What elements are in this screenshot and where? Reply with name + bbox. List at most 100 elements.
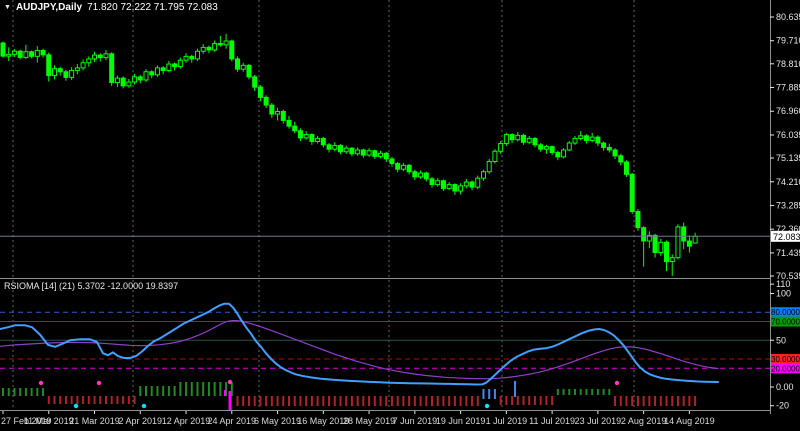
indicator-tick-label: 50: [776, 335, 786, 345]
candle-bull: [92, 54, 98, 60]
candle-bear: [601, 142, 607, 148]
price-axis: 80.635 79.710 78.810 77.885 76.960 76.035 75.1…: [770, 12, 800, 281]
candle-bear: [149, 71, 155, 76]
candle-bear: [406, 164, 412, 173]
candle-bear: [423, 172, 429, 180]
price-tick-label: 71.435: [776, 248, 800, 258]
candle-bull: [669, 257, 675, 263]
price-chart-canvas[interactable]: 80.635 79.710 78.810 77.885 76.960 76.035 75.1…: [0, 0, 800, 431]
candle-bull: [114, 77, 120, 84]
indicator-tick-label: -20: [776, 401, 789, 411]
candle-bear: [297, 130, 303, 139]
candle-bull: [446, 184, 452, 189]
time-tick-label: 11 Jul 2019: [529, 416, 575, 426]
candle-bull: [69, 69, 75, 78]
candle-bull: [503, 134, 509, 145]
time-tick-label: 2 Apr 2019: [119, 416, 163, 426]
candle-bull: [561, 149, 567, 158]
candle-bear: [681, 226, 687, 242]
candle-bear: [521, 134, 527, 143]
candle-bear: [583, 135, 589, 141]
candle-bear: [46, 54, 52, 77]
candle-bull: [480, 171, 486, 179]
candle-bull: [378, 152, 384, 157]
ma-line: [0, 320, 719, 380]
candle-bear: [389, 158, 395, 165]
price-tick-label: 73.285: [776, 200, 800, 210]
candle-bear: [269, 104, 275, 115]
candle-bear: [383, 152, 389, 160]
candle-bull: [572, 137, 578, 144]
candle-bull: [200, 46, 206, 52]
candle-bull: [658, 241, 664, 254]
price-tick-label: 80.635: [776, 12, 800, 22]
candle-bear: [337, 145, 343, 153]
candle-bull: [275, 110, 281, 115]
ohlc-values: 71.820 72.222 71.795 72.083: [87, 2, 218, 13]
candle-bear: [618, 155, 624, 163]
signal-dot: [227, 379, 233, 385]
price-tick-label: 75.135: [776, 153, 800, 163]
candle-bear: [160, 67, 166, 71]
time-tick-label: 28 May 2019: [343, 416, 395, 426]
candle-bull: [492, 150, 498, 163]
price-tick-label: 78.810: [776, 59, 800, 69]
candle-bear: [629, 173, 635, 213]
candle-bear: [206, 46, 212, 51]
candle-bear: [292, 125, 298, 132]
current-price-label: 72.083: [773, 232, 800, 242]
level-badge-label: 20.0000: [771, 364, 800, 373]
candle-bear: [612, 149, 618, 157]
candle-bull: [435, 180, 441, 186]
candle-bear: [664, 241, 670, 263]
candle-bear: [440, 180, 446, 189]
signal-dot: [614, 380, 620, 386]
candle-bull: [34, 49, 40, 57]
price-tick-label: 79.710: [776, 36, 800, 46]
candle-bull: [240, 64, 246, 70]
candle-bull: [578, 135, 584, 139]
candle-bear: [257, 86, 263, 98]
indicator-label: RSIOMA [14] (21) 5.3702 -12.0000 19.8397: [4, 281, 179, 291]
candle-bull: [212, 43, 218, 51]
candle-bear: [217, 43, 223, 46]
candle-bear: [686, 240, 692, 247]
symbol-period-label: AUDJPY,Daily: [15, 2, 83, 13]
price-tick-label: 76.960: [776, 106, 800, 116]
time-tick-label: 16 May 2019: [297, 416, 349, 426]
indicator-levels: [0, 311, 770, 369]
candle-bear: [555, 152, 561, 158]
candle-bull: [86, 58, 92, 64]
candle-bull: [74, 67, 80, 71]
candle-bear: [189, 55, 195, 60]
mt4-chart-window: ▼ AUDJPY,Daily 71.820 72.222 71.795 72.083…: [0, 0, 800, 431]
candle-bull: [194, 50, 200, 60]
candle-bear: [532, 137, 538, 146]
candle-bull: [343, 147, 349, 153]
candle-bull: [366, 150, 372, 156]
candle-bear: [469, 181, 475, 188]
dropdown-arrow-icon[interactable]: ▼: [4, 3, 11, 13]
candle-bear: [263, 96, 269, 106]
candle-bear: [606, 146, 612, 151]
candle-bull: [303, 134, 309, 139]
candle-bull: [675, 226, 681, 259]
candle-bear: [429, 178, 435, 186]
price-tick-label: 74.210: [776, 177, 800, 187]
candle-bear: [229, 40, 235, 60]
candle-bear: [349, 147, 355, 155]
candle-bull: [103, 53, 109, 59]
signal-dot: [141, 403, 147, 409]
candle-bear: [63, 71, 69, 78]
candle-bull: [400, 164, 406, 170]
candle-bull: [23, 51, 29, 58]
candle-bull: [515, 134, 521, 141]
candle-bear: [172, 63, 178, 68]
candle-bull: [126, 81, 132, 87]
candle-bear: [57, 68, 63, 73]
candle-bull: [177, 59, 183, 68]
candle-bull: [463, 181, 469, 187]
indicator-tick-label: 0.00: [776, 382, 794, 392]
signal-dot: [73, 403, 79, 409]
time-axis: 27 Feb 201911 Mar 201921 Mar 20192 Apr 2…: [1, 411, 715, 426]
